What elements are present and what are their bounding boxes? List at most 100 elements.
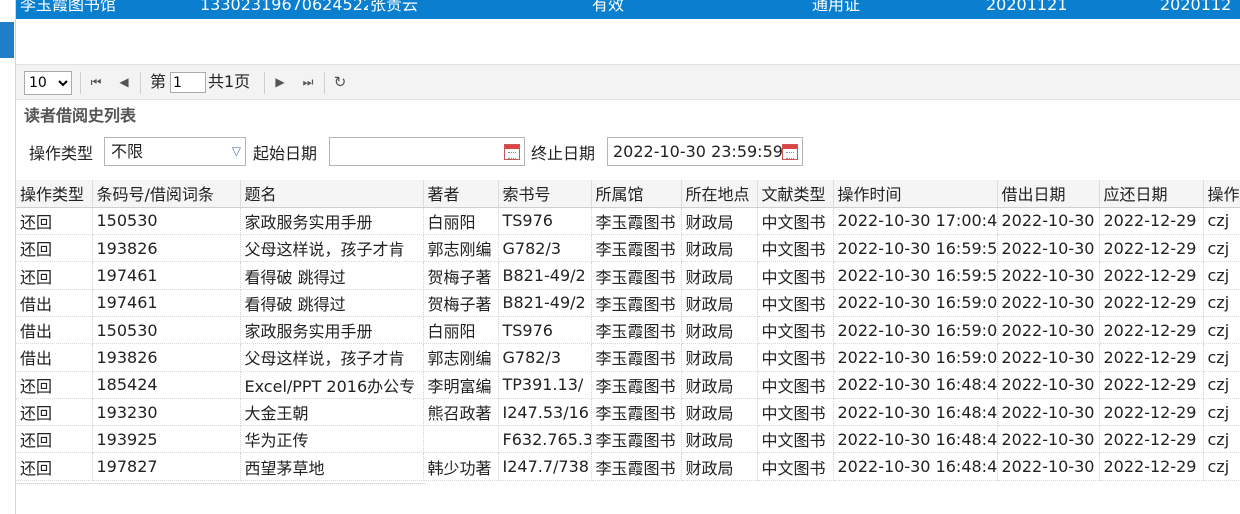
column-header[interactable]: 借出日期 — [997, 180, 1100, 208]
table-cell: TP391.13/ — [498, 371, 592, 399]
last-page-icon[interactable]: ⏭ — [300, 73, 316, 91]
op-type-value: 不限 — [111, 142, 144, 161]
table-cell: TS976 — [498, 207, 592, 236]
table-header-row: 操作类型 条码号/借阅词条 题名 著者 索书号 所属馆 所在地点 文献类型 操作… — [16, 180, 1240, 208]
table-cell: I247.7/738 — [498, 452, 592, 481]
table-cell: I247.53/16 — [498, 398, 592, 427]
table-cell: 财政局 — [681, 452, 758, 481]
pager-separator — [140, 72, 141, 94]
refresh-icon[interactable]: ↻ — [332, 73, 348, 91]
table-cell: 还回 — [16, 371, 93, 399]
table-row[interactable]: 还回 185424 Excel/PPT 2016办公专 李明富编 TP391.13/李玉… — [16, 371, 1240, 399]
end-date-value: 2022-10-30 23:59:59 — [613, 142, 783, 161]
table-cell: 2022-10-30 16:59:5 — [833, 234, 998, 263]
prev-page-icon[interactable]: ◀ — [116, 73, 132, 91]
column-header[interactable]: 操作类型 — [16, 180, 93, 208]
table-cell: 华为正传 — [240, 425, 424, 454]
pager-separator — [80, 72, 81, 94]
reader-id-number: 13302319670624522 — [200, 0, 368, 14]
table-cell: czj — [1203, 371, 1240, 399]
table-cell: 2022-10-30 — [997, 452, 1100, 481]
table-row[interactable]: 还回 150530 家政服务实用手册 白丽阳 TS976 李玉霞图书 财政局 中文图书 2022… — [16, 207, 1240, 236]
side-tab[interactable] — [0, 22, 14, 58]
table-cell: 还回 — [16, 425, 93, 454]
table-cell: 大金王朝 — [240, 398, 424, 427]
column-header[interactable]: 索书号 — [498, 180, 592, 208]
table-cell: 197461 — [92, 261, 241, 290]
table-cell: 白丽阳 — [423, 316, 499, 345]
table-cell: czj — [1203, 425, 1240, 454]
table-cell: 李玉霞图书 — [591, 343, 682, 372]
table-cell: 2022-10-30 16:59:0 — [833, 289, 998, 317]
left-panel-strip — [0, 0, 16, 514]
table-cell: 197461 — [92, 289, 241, 317]
table-cell: 2022-12-29 — [1099, 425, 1204, 454]
borrow-history-table: 操作类型 条码号/借阅词条 题名 著者 索书号 所属馆 所在地点 文献类型 操作… — [16, 180, 1240, 486]
table-cell: 193826 — [92, 343, 241, 372]
table-cell: 2022-12-29 — [1099, 371, 1204, 399]
table-cell: 还回 — [16, 207, 93, 236]
table-row[interactable]: 借出 197461 看得破 跳得过 贺梅子著 B821-49/2 李玉霞图书 财政局 中文图书… — [16, 289, 1240, 317]
end-date-input[interactable]: 2022-10-30 23:59:59 — [607, 137, 803, 166]
table-cell: 2022-10-30 16:48:4 — [833, 452, 998, 481]
reader-card-type: 通用证 — [812, 0, 861, 14]
table-row[interactable]: 还回 193230 大金王朝 熊召政著 I247.53/16 李玉霞图书 财政局 中文图书 20… — [16, 398, 1240, 427]
calendar-icon[interactable] — [504, 144, 520, 160]
column-header[interactable]: 操作时间 — [833, 180, 998, 208]
table-cell: czj — [1203, 452, 1240, 481]
column-header[interactable]: 应还日期 — [1099, 180, 1204, 208]
page-prefix: 第 — [150, 72, 167, 91]
selected-reader-row[interactable]: 李玉霞图书馆 13302319670624522 张贵云 有效 通用证 2020… — [16, 0, 1240, 19]
table-row[interactable]: 借出 150530 家政服务实用手册 白丽阳 TS976 李玉霞图书 财政局 中文图书 2022… — [16, 316, 1240, 345]
table-row[interactable]: 还回 193826 父母这样说，孩子才肯 郭志刚编 G782/3 李玉霞图书 财政局 中文图书… — [16, 234, 1240, 263]
column-header[interactable]: 题名 — [240, 180, 424, 208]
table-cell: 中文图书 — [757, 452, 834, 481]
section-title: 读者借阅史列表 — [24, 106, 137, 125]
table-cell: 父母这样说，孩子才肯 — [240, 343, 424, 372]
column-header[interactable]: 著者 — [423, 180, 499, 208]
table-cell: 李玉霞图书 — [591, 371, 682, 399]
table-cell: 2022-12-29 — [1099, 261, 1204, 290]
pager-separator — [264, 72, 265, 94]
table-cell: 李玉霞图书 — [591, 207, 682, 236]
next-page-icon[interactable]: ▶ — [272, 73, 288, 91]
table-cell: 2022-10-30 — [997, 425, 1100, 454]
table-row[interactable]: 还回 197827 西望茅草地 韩少功著 I247.7/738 李玉霞图书 财政局 中文图书 2… — [16, 452, 1240, 481]
table-cell: 财政局 — [681, 316, 758, 345]
filter-bar: 操作类型 不限 ▽ 起始日期 终止日期 2022-10-30 23:59:59 — [16, 128, 1240, 176]
table-cell: czj — [1203, 343, 1240, 372]
table-row[interactable]: 还回 193925 华为正传 F632.765.3 李玉霞图书 财政局 中文图书 2022-1… — [16, 425, 1240, 454]
table-cell: 2022-10-30 — [997, 207, 1100, 236]
table-cell: 财政局 — [681, 234, 758, 263]
column-header[interactable]: 条码号/借阅词条 — [92, 180, 241, 208]
table-cell: 贺梅子著 — [423, 261, 499, 290]
table-cell: 韩少功著 — [423, 452, 499, 481]
calendar-icon[interactable] — [782, 144, 798, 160]
first-page-icon[interactable]: ⏮ — [88, 73, 104, 91]
table-cell: 李玉霞图书 — [591, 398, 682, 427]
table-cell: 2022-10-30 16:59:0 — [833, 316, 998, 345]
table-cell: 看得破 跳得过 — [240, 261, 424, 290]
column-header[interactable]: 操作 — [1203, 180, 1240, 208]
current-page-input[interactable] — [170, 72, 206, 93]
op-type-select[interactable]: 不限 ▽ — [104, 137, 246, 166]
table-cell: 李玉霞图书 — [591, 289, 682, 317]
table-row[interactable]: 还回 197461 看得破 跳得过 贺梅子著 B821-49/2 李玉霞图书 财政局 中文图书… — [16, 261, 1240, 290]
table-cell: czj — [1203, 234, 1240, 263]
column-header[interactable]: 所在地点 — [681, 180, 758, 208]
main-panel: 李玉霞图书馆 13302319670624522 张贵云 有效 通用证 2020… — [16, 0, 1240, 514]
table-row[interactable]: 借出 193826 父母这样说，孩子才肯 郭志刚编 G782/3 李玉霞图书 财政局 中文图书… — [16, 343, 1240, 372]
table-cell: B821-49/2 — [498, 261, 592, 290]
table-cell: 中文图书 — [757, 234, 834, 263]
start-date-input[interactable] — [329, 137, 525, 166]
table-cell: 2022-10-30 — [997, 234, 1100, 263]
column-header[interactable]: 所属馆 — [591, 180, 682, 208]
table-cell: 借出 — [16, 289, 93, 317]
table-cell: 中文图书 — [757, 207, 834, 236]
column-header[interactable]: 文献类型 — [757, 180, 834, 208]
table-cell: 2022-10-30 16:48:4 — [833, 371, 998, 399]
table-cell: 父母这样说，孩子才肯 — [240, 234, 424, 263]
table-cell: 李明富编 — [423, 371, 499, 399]
page-size-select[interactable]: 10 — [24, 71, 72, 95]
table-cell: 家政服务实用手册 — [240, 316, 424, 345]
